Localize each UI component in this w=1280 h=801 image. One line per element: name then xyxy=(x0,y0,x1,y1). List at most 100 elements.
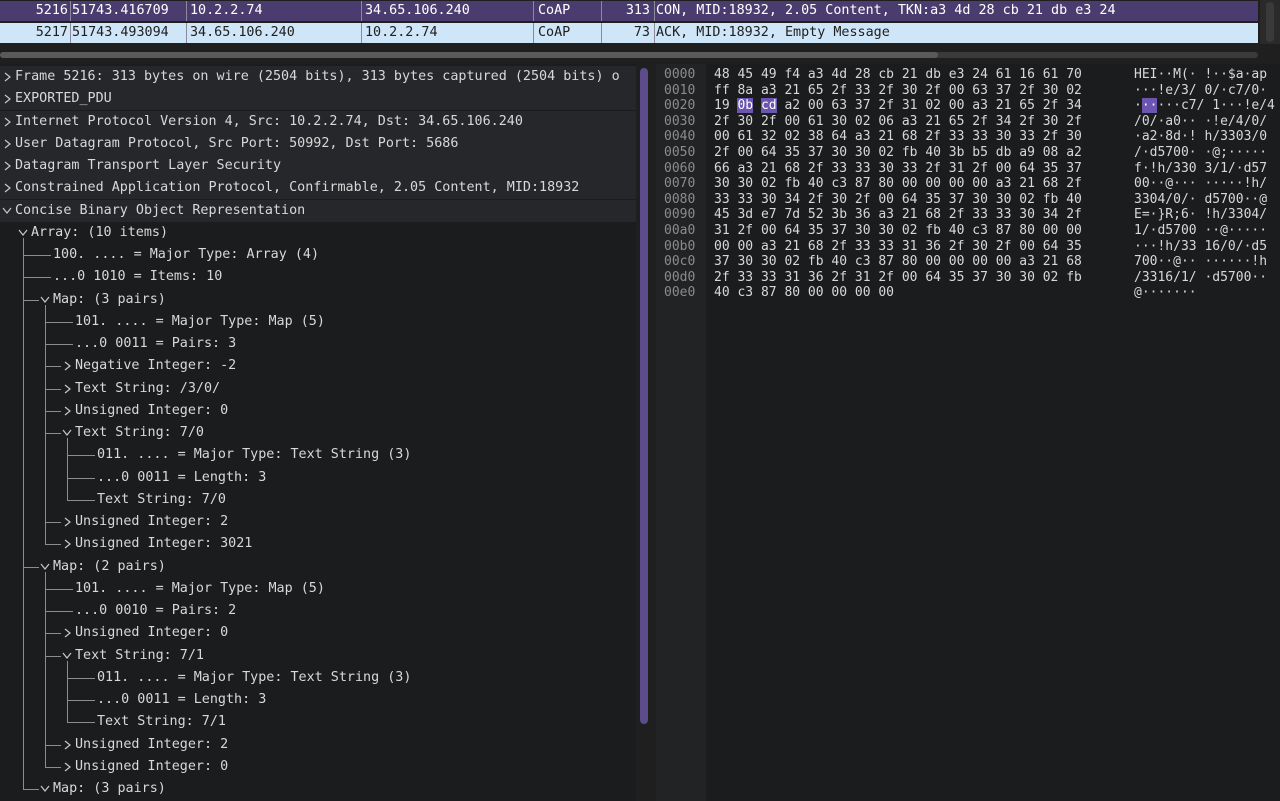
tree-node[interactable]: 100. .... = Major Type: Array (4) xyxy=(0,244,636,266)
chevron-right-icon[interactable] xyxy=(1,155,13,177)
hex-bytes[interactable]: ff 8a a3 21 65 2f 33 2f 30 2f 00 63 37 2… xyxy=(714,83,1082,99)
tree-node[interactable]: 101. .... = Major Type: Map (5) xyxy=(0,578,636,600)
tree-node[interactable]: Map: (3 pairs) xyxy=(0,289,636,311)
selected-byte[interactable]: cd xyxy=(760,98,777,114)
tree-node[interactable]: Map: (2 pairs) xyxy=(0,556,636,578)
hex-bytes[interactable]: 2f 30 2f 00 61 30 02 06 a3 21 65 2f 34 2… xyxy=(714,114,1082,130)
chevron-down-icon[interactable] xyxy=(1,200,13,222)
packet-row[interactable]: 5217 51743.493094 34.65.106.240 10.2.2.74 Co… xyxy=(0,23,1258,43)
scrollbar-thumb[interactable] xyxy=(0,52,938,58)
tree-node[interactable]: Unsigned Integer: 2 xyxy=(0,511,636,533)
tree-node-label: Text String: 7/1 xyxy=(75,647,204,663)
details-scrollbar[interactable] xyxy=(636,64,656,801)
tree-node[interactable]: Unsigned Integer: 2 xyxy=(0,734,636,756)
ascii-bytes[interactable]: ···!e/3/ 0/·c7/0· xyxy=(1134,83,1267,99)
chevron-right-icon[interactable] xyxy=(1,177,13,199)
chevron-right-icon[interactable] xyxy=(1,88,13,110)
ascii-bytes[interactable]: 700··@·· ······!h xyxy=(1134,254,1267,270)
tree-node[interactable]: User Datagram Protocol, Src Port: 50992,… xyxy=(0,132,636,155)
hex-bytes[interactable]: 48 45 49 f4 a3 4d 28 cb 21 db e3 24 61 1… xyxy=(714,67,1082,83)
chevron-right-icon[interactable] xyxy=(61,734,73,756)
selected-ascii[interactable]: · xyxy=(1141,98,1150,114)
chevron-right-icon[interactable] xyxy=(1,111,13,133)
tree-node[interactable]: Internet Protocol Version 4, Src: 10.2.2… xyxy=(0,110,636,133)
tree-node[interactable]: Text String: /3/0/ xyxy=(0,378,636,400)
tree-node[interactable]: Text String: 7/0 xyxy=(0,489,636,511)
ascii-bytes[interactable]: E=·}R;6· !h/3304/ xyxy=(1134,207,1267,223)
tree-node[interactable]: 011. .... = Major Type: Text String (3) xyxy=(0,444,636,466)
tree-node[interactable]: Frame 5216: 313 bytes on wire (2504 bits… xyxy=(0,66,636,88)
tree-node[interactable]: Concise Binary Object Representation xyxy=(0,199,636,222)
packet-row[interactable]: 5216 51743.416709 10.2.2.74 34.65.106.240 Co… xyxy=(0,1,1258,21)
hex-bytes[interactable]: 37 30 30 02 fb 40 c3 87 80 00 00 00 00 a… xyxy=(714,254,1082,270)
tree-node[interactable]: ...0 0011 = Pairs: 3 xyxy=(0,333,636,355)
tree-connector xyxy=(67,455,95,457)
ascii-bytes[interactable]: /3316/1/ ·d5700·· xyxy=(1134,270,1267,286)
ascii-bytes[interactable]: HEI··M(· !··$a·ap xyxy=(1134,67,1267,83)
tree-node[interactable]: Unsigned Integer: 0 xyxy=(0,622,636,644)
ascii-bytes[interactable]: ·a2·8d·! h/3303/0 xyxy=(1134,129,1267,145)
tree-node[interactable]: ...0 0011 = Length: 3 xyxy=(0,689,636,711)
hex-bytes[interactable]: 00 61 32 02 38 64 a3 21 68 2f 33 33 30 3… xyxy=(714,129,1082,145)
tree-node[interactable]: 011. .... = Major Type: Text String (3) xyxy=(0,667,636,689)
ascii-bytes[interactable]: 3304/0/· d5700··@ xyxy=(1134,192,1267,208)
ascii-bytes[interactable]: /0/·a0·· ·!e/4/0/ xyxy=(1134,114,1267,130)
chevron-down-icon[interactable] xyxy=(39,778,51,800)
ascii-bytes[interactable]: ······c7/ 1···!e/4 xyxy=(1134,98,1275,114)
hex-bytes[interactable]: 33 33 30 34 2f 30 2f 00 64 35 37 30 30 0… xyxy=(714,192,1082,208)
ascii-bytes[interactable]: 00··@··· ·····!h/ xyxy=(1134,176,1267,192)
tree-node[interactable]: Text String: 7/1 xyxy=(0,711,636,733)
tree-node[interactable]: 101. .... = Major Type: Map (5) xyxy=(0,311,636,333)
column-separator xyxy=(601,1,602,21)
hex-bytes[interactable]: 2f 00 64 35 37 30 30 02 fb 40 3b b5 db a… xyxy=(714,145,1082,161)
scrollbar-thumb[interactable] xyxy=(640,68,648,724)
tree-node[interactable]: ...0 1010 = Items: 10 xyxy=(0,266,636,288)
chevron-right-icon[interactable] xyxy=(1,133,13,155)
tree-node[interactable]: EXPORTED_PDU xyxy=(0,88,636,111)
tree-node[interactable]: Constrained Application Protocol, Confir… xyxy=(0,177,636,200)
chevron-right-icon[interactable] xyxy=(61,622,73,644)
tree-node[interactable]: ...0 0010 = Pairs: 2 xyxy=(0,600,636,622)
hex-bytes[interactable]: 30 30 02 fb 40 c3 87 80 00 00 00 00 a3 2… xyxy=(714,176,1082,192)
tree-node[interactable]: Text String: 7/1 xyxy=(0,645,636,667)
tree-node[interactable]: Unsigned Integer: 3021 xyxy=(0,533,636,555)
ascii-bytes[interactable]: ···!h/33 16/0/·d5 xyxy=(1134,239,1267,255)
hex-bytes[interactable]: 19 0b cd a2 00 63 37 2f 31 02 00 a3 21 6… xyxy=(714,98,1082,114)
byte-offset: 0050 xyxy=(664,145,696,160)
chevron-right-icon[interactable] xyxy=(61,378,73,400)
tree-node[interactable]: Negative Integer: -2 xyxy=(0,355,636,377)
tree-node[interactable]: Text String: 7/0 xyxy=(0,422,636,444)
horizontal-scrollbar[interactable] xyxy=(0,44,1280,64)
tree-connector xyxy=(23,255,51,256)
chevron-right-icon[interactable] xyxy=(61,355,73,377)
scrollbar-thumb[interactable] xyxy=(1266,2,1274,42)
column-separator xyxy=(361,23,362,43)
tree-node[interactable]: Unsigned Integer: 0 xyxy=(0,756,636,778)
chevron-right-icon[interactable] xyxy=(61,400,73,422)
hex-bytes[interactable]: 40 c3 87 80 00 00 00 00 xyxy=(714,285,894,301)
hex-bytes[interactable]: 00 00 a3 21 68 2f 33 33 31 36 2f 30 2f 0… xyxy=(714,239,1082,255)
packet-destination: 10.2.2.74 xyxy=(365,25,438,40)
ascii-bytes[interactable]: @······· xyxy=(1134,285,1197,301)
hex-bytes[interactable]: 66 a3 21 68 2f 33 33 30 33 2f 31 2f 00 6… xyxy=(714,161,1082,177)
selected-ascii[interactable]: · xyxy=(1149,98,1158,114)
tree-node[interactable]: Map: (3 pairs) xyxy=(0,778,636,800)
chevron-right-icon[interactable] xyxy=(61,511,73,533)
ascii-bytes[interactable]: f·!h/330 3/1/·d57 xyxy=(1134,161,1267,177)
tree-node[interactable]: Unsigned Integer: 0 xyxy=(0,400,636,422)
hex-bytes[interactable]: 31 2f 00 64 35 37 30 30 02 fb 40 c3 87 8… xyxy=(714,223,1082,239)
selected-byte[interactable]: 0b xyxy=(737,98,754,114)
packet-list-scrollbar[interactable] xyxy=(1260,0,1280,44)
ascii-bytes[interactable]: 1/·d5700 ··@····· xyxy=(1134,223,1267,239)
tree-connector xyxy=(45,766,61,768)
chevron-right-icon[interactable] xyxy=(61,756,73,778)
hex-bytes[interactable]: 2f 33 33 31 36 2f 31 2f 00 64 35 37 30 3… xyxy=(714,270,1082,286)
ascii-bytes[interactable]: /·d5700· ·@;····· xyxy=(1134,145,1267,161)
chevron-right-icon[interactable] xyxy=(1,66,13,88)
tree-node[interactable]: Datagram Transport Layer Security xyxy=(0,155,636,177)
tree-node[interactable]: Array: (10 items) xyxy=(0,222,636,244)
tree-node-label: Map: (3 pairs) xyxy=(53,781,166,796)
hex-bytes[interactable]: 45 3d e7 7d 52 3b 36 a3 21 68 2f 33 33 3… xyxy=(714,207,1082,223)
chevron-right-icon[interactable] xyxy=(61,533,73,555)
tree-node[interactable]: ...0 0011 = Length: 3 xyxy=(0,467,636,489)
